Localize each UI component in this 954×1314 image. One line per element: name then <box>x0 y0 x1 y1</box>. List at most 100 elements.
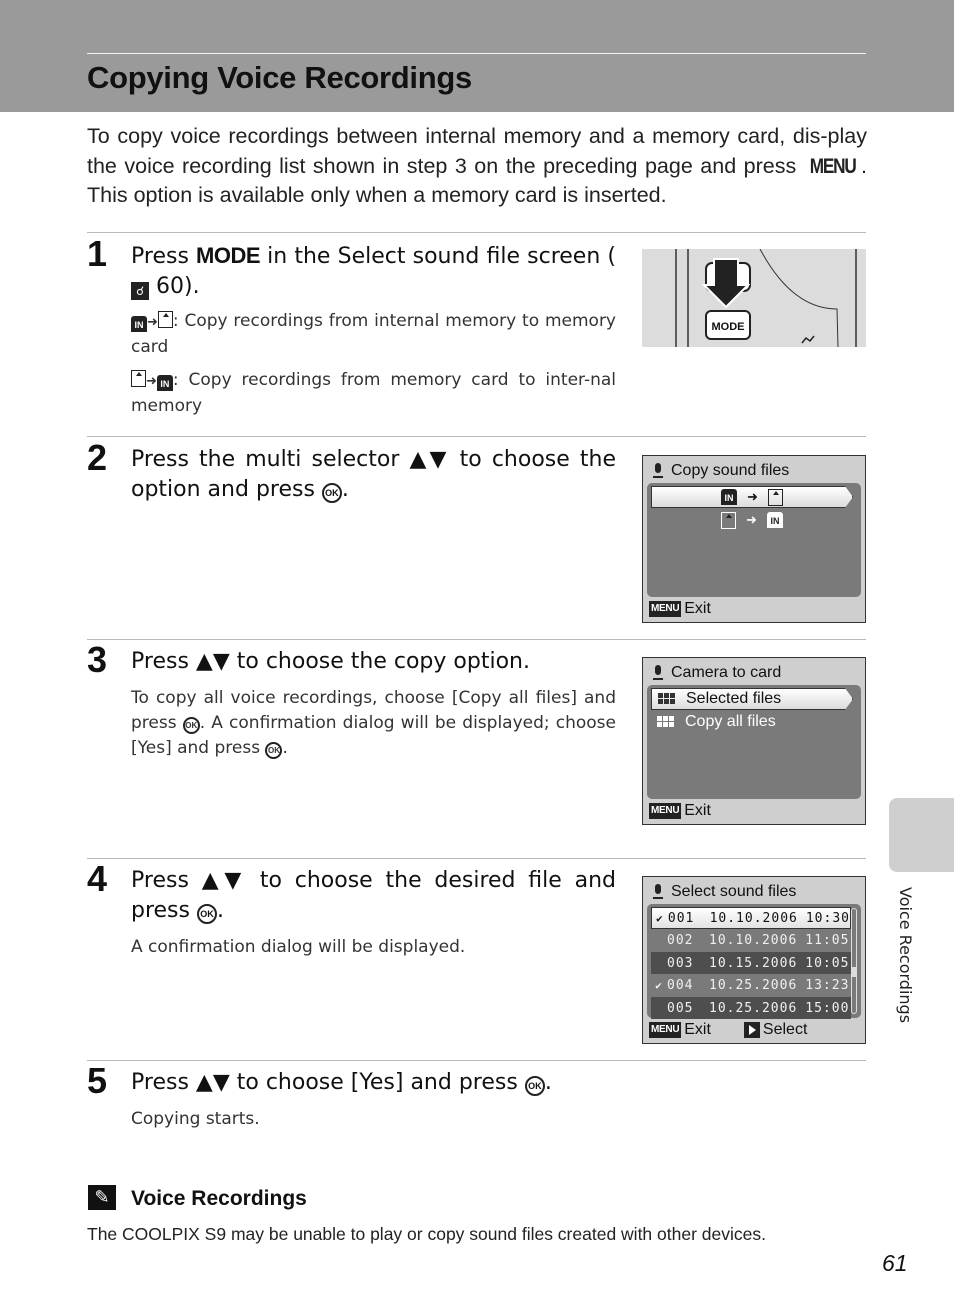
step-1-body: IN ➜: Copy recordings from internal memor… <box>131 309 616 427</box>
copy-sound-files-screen: Copy sound files IN ➜ ➜ IN MENU Exit <box>642 455 866 623</box>
menu-key-icon: MENU <box>809 153 856 178</box>
file-number: 002 <box>667 933 694 948</box>
internal-memory-icon: IN <box>766 512 783 528</box>
exit-label[interactable]: Exit <box>684 1021 711 1039</box>
mode-key-icon: MODE <box>196 243 261 268</box>
step-1-title: Press MODE in the Select sound file scre… <box>131 243 616 300</box>
section-tab[interactable] <box>889 798 954 872</box>
arrow-right-icon: ➜ <box>747 489 758 504</box>
file-time: 11:05 <box>805 933 850 948</box>
step-2-title: Press the multi selector ▲▼ to choose th… <box>131 447 616 503</box>
divider <box>87 1060 866 1061</box>
screen-title: Select sound files <box>653 883 796 901</box>
memory-card-icon <box>157 311 173 328</box>
up-down-icon: ▲▼ <box>195 649 230 674</box>
step-5-body: Copying starts. <box>131 1109 260 1129</box>
divider <box>87 858 866 859</box>
note-title: Voice Recordings <box>131 1187 307 1210</box>
internal-memory-icon: IN <box>156 375 173 391</box>
up-down-icon: ▲▼ <box>201 868 248 893</box>
memory-card-icon <box>131 370 146 387</box>
option-card-to-internal[interactable]: ➜ IN <box>651 509 853 531</box>
step-number: 4 <box>87 858 108 899</box>
file-number: 001 <box>667 910 695 926</box>
file-number: 005 <box>667 1000 694 1016</box>
page-reference[interactable]: 60 <box>156 274 184 299</box>
file-list-item[interactable]: ✔ 004 10.25.2006 13:23 <box>651 975 851 997</box>
option-internal-to-card[interactable]: IN ➜ <box>651 486 853 508</box>
menu-button-icon: MENU <box>649 1022 682 1038</box>
select-label[interactable]: Select <box>763 1021 807 1039</box>
screen-footer: MENU Exit <box>649 600 711 618</box>
menu-button-icon: MENU <box>649 803 682 819</box>
memory-card-icon <box>721 511 737 529</box>
all-files-icon <box>657 716 675 728</box>
step-4-body: A confirmation dialog will be displayed. <box>131 937 466 957</box>
screen-panel: Selected files Copy all files <box>647 685 861 799</box>
divider <box>87 232 866 233</box>
section-tab-label: Voice Recordings <box>896 887 915 1024</box>
screen-footer: MENU Exit Select <box>649 1021 807 1039</box>
file-list-item[interactable]: 002 10.10.2006 11:05 <box>651 930 851 952</box>
file-list-panel: ✔ 001 10.10.2006 10:30 002 10.10.2006 11:05 003… <box>647 904 861 1019</box>
file-date: 10.25.2006 <box>709 978 798 993</box>
multi-selector-right-icon <box>743 1022 760 1038</box>
camera-to-card-screen: Camera to card Selected files Copy all f… <box>642 657 866 825</box>
file-date: 10.10.2006 <box>709 933 798 948</box>
divider <box>87 639 866 640</box>
up-down-icon: ▲▼ <box>195 1070 230 1095</box>
arrow-right-icon: ➜ <box>746 512 757 527</box>
screen-footer: MENU Exit <box>649 802 711 820</box>
header-rule <box>87 53 866 54</box>
step-number: 3 <box>87 639 108 680</box>
step-4-title: Press ▲▼ to choose the desired file and … <box>131 868 616 924</box>
pencil-note-icon: ✎ <box>88 1185 116 1210</box>
check-icon: ✔ <box>655 979 663 992</box>
select-sound-files-screen: Select sound files ✔ 001 10.10.2006 10:30 00… <box>642 876 866 1044</box>
ok-button-icon: OK <box>321 482 342 503</box>
file-time: 10:30 <box>805 910 850 926</box>
exit-label[interactable]: Exit <box>684 802 711 820</box>
intro-text-1: To copy voice recordings between interna… <box>87 124 867 178</box>
file-date: 10.10.2006 <box>709 910 798 926</box>
step-number: 1 <box>87 233 108 274</box>
option-copy-all-files[interactable]: Copy all files <box>651 711 853 733</box>
ok-button-icon: OK <box>265 742 283 759</box>
step-number: 5 <box>87 1060 108 1101</box>
internal-memory-icon: IN <box>721 489 738 505</box>
selected-files-icon <box>658 693 676 705</box>
camera-mode-button-illustration: MODE <box>642 249 866 347</box>
microphone-icon <box>653 463 663 479</box>
page-title: Copying Voice Recordings <box>87 60 472 95</box>
microphone-icon <box>653 884 663 900</box>
arrow-right-icon: ➜ <box>147 315 158 330</box>
file-date: 10.25.2006 <box>709 1000 798 1016</box>
scrollbar[interactable] <box>851 908 857 1014</box>
ok-button-icon: OK <box>524 1076 545 1096</box>
file-time: 13:23 <box>805 978 850 993</box>
file-list-item[interactable]: 003 10.15.2006 10:05 <box>651 952 851 974</box>
internal-memory-icon: IN <box>131 316 147 332</box>
scrollbar-thumb[interactable] <box>852 967 856 977</box>
file-time: 10:05 <box>805 955 850 971</box>
file-list-item[interactable]: ✔ 001 10.10.2006 10:30 <box>651 907 851 929</box>
step-number: 2 <box>87 437 108 478</box>
up-down-icon: ▲▼ <box>409 447 450 472</box>
arrow-right-icon: ➜ <box>146 374 157 389</box>
menu-button-icon: MENU <box>649 601 682 617</box>
step-5-title: Press ▲▼ to choose [Yes] and press OK. <box>131 1070 552 1096</box>
file-number: 003 <box>667 955 694 971</box>
screen-title: Copy sound files <box>653 462 789 480</box>
intro-paragraph: To copy voice recordings between interna… <box>87 122 867 211</box>
step-3-title: Press ▲▼ to choose the copy option. <box>131 649 530 674</box>
option-selected-files[interactable]: Selected files <box>651 688 853 710</box>
option-internal-to-card: IN ➜: Copy recordings from internal memor… <box>131 311 616 357</box>
reference-icon: ☌ <box>131 281 149 300</box>
svg-text:MODE: MODE <box>712 321 745 333</box>
exit-label[interactable]: Exit <box>684 600 711 618</box>
file-list-item[interactable]: 005 10.25.2006 15:00 <box>651 997 851 1019</box>
option-card-to-internal: ➜ IN: Copy recordings from memory card to… <box>131 370 616 416</box>
page-number: 61 <box>882 1250 908 1276</box>
ok-button-icon: OK <box>196 903 217 924</box>
microphone-icon <box>653 665 663 681</box>
